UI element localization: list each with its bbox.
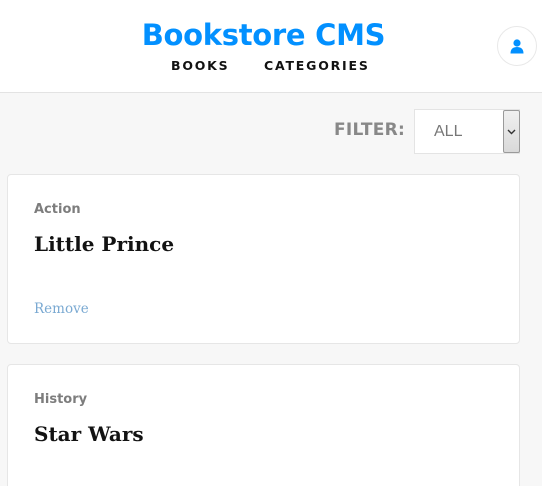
filter-selected-value: ALL (434, 123, 463, 140)
book-title: Little Prince (34, 232, 175, 256)
book-category: Action (34, 202, 81, 217)
book-category: History (34, 392, 88, 407)
book-title: Star Wars (34, 422, 144, 446)
user-icon (510, 39, 524, 54)
chevron-down-icon (507, 129, 516, 134)
user-avatar-button[interactable] (497, 26, 537, 66)
main-nav: BOOKS CATEGORIES (0, 57, 542, 75)
dropdown-arrow-button[interactable] (503, 110, 520, 153)
category-filter-select[interactable]: ALL (414, 109, 520, 154)
app-title[interactable]: Bookstore CMS (0, 17, 527, 53)
nav-categories-link[interactable]: CATEGORIES (264, 57, 370, 75)
book-card: History Star Wars (7, 364, 520, 486)
book-card: Action Little Prince Remove (7, 174, 520, 344)
site-header: Bookstore CMS BOOKS CATEGORIES (0, 0, 542, 93)
remove-book-button[interactable]: Remove (34, 301, 89, 317)
nav-books-link[interactable]: BOOKS (171, 57, 229, 75)
filter-label: FILTER: (334, 120, 406, 140)
